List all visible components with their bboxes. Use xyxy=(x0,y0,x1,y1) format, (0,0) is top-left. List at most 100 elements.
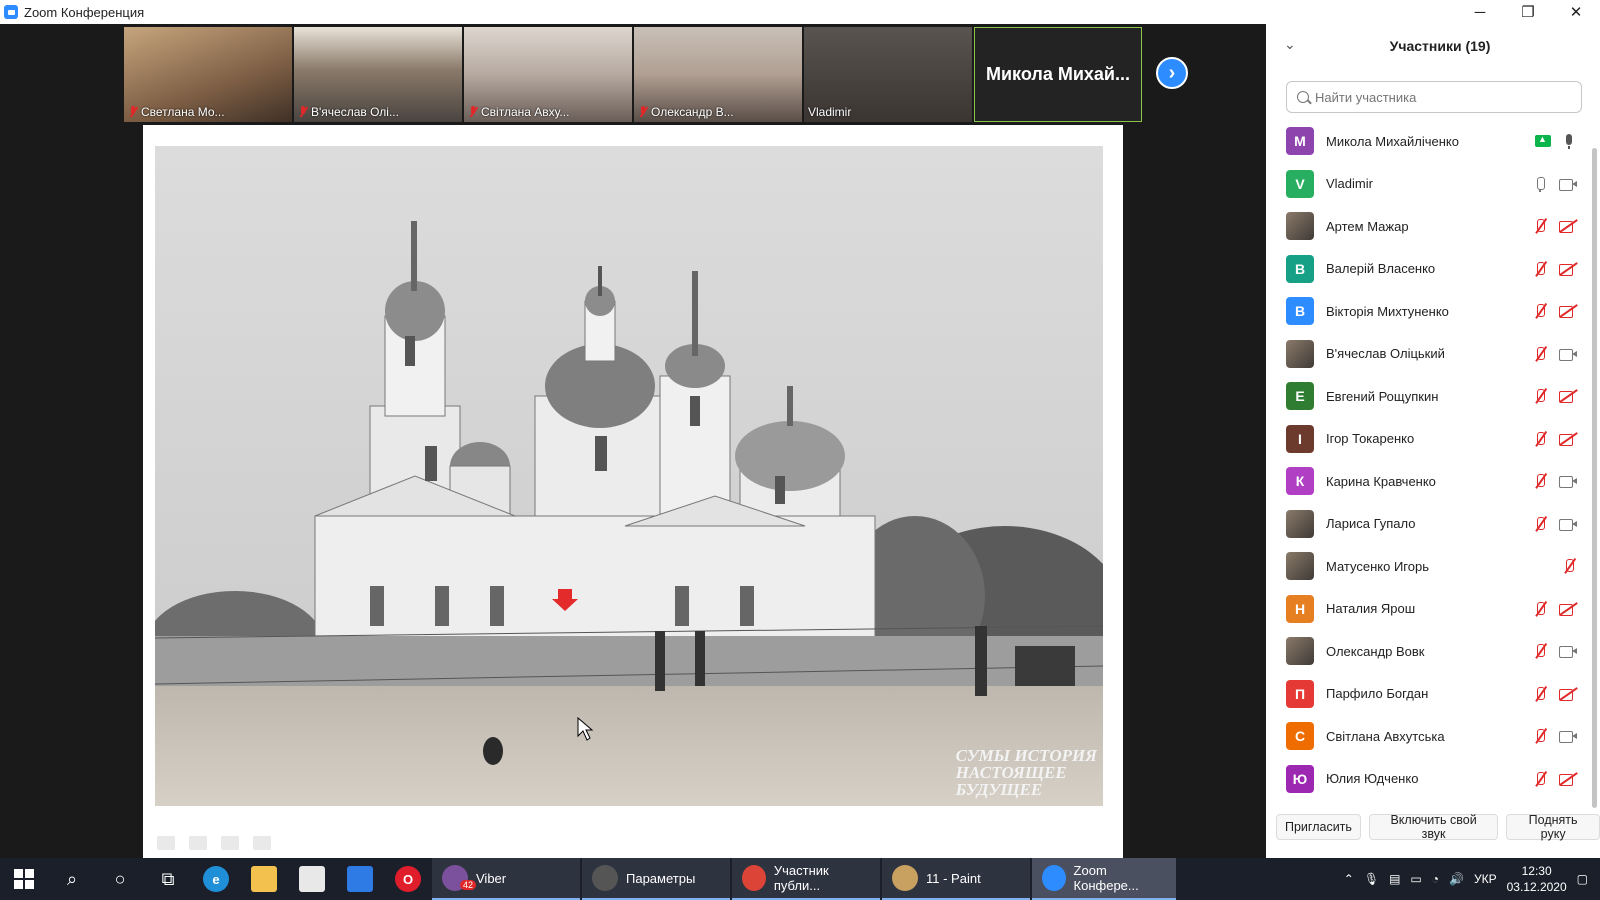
video-off-icon xyxy=(1559,601,1578,617)
opera-icon[interactable]: O xyxy=(384,858,432,900)
video-thumbnail[interactable]: Светлана Мо... xyxy=(124,27,292,122)
participant-status-icons xyxy=(1532,630,1578,672)
edge-browser-icon[interactable]: e xyxy=(192,858,240,900)
video-thumbnail[interactable]: Vladimir xyxy=(804,27,972,122)
window-title: Zoom Конференция xyxy=(24,4,145,20)
avatar xyxy=(1286,212,1314,241)
participant-row[interactable]: V Vladimir xyxy=(1266,163,1588,206)
participant-search[interactable] xyxy=(1286,81,1582,113)
list-icon[interactable] xyxy=(221,836,239,850)
muted-mic-icon xyxy=(1532,346,1549,362)
raise-hand-button[interactable]: Поднять руку xyxy=(1506,813,1600,841)
show-hidden-icons-chevron-icon[interactable]: ⌃ xyxy=(1344,872,1354,886)
participant-row[interactable]: I Ігор Токаренко xyxy=(1266,418,1588,461)
participant-row[interactable]: Лариса Гупало xyxy=(1266,503,1588,546)
clock[interactable]: 12:30 03.12.2020 xyxy=(1507,863,1567,895)
app-icon xyxy=(592,865,618,891)
participant-status-icons xyxy=(1532,588,1578,630)
app-icon xyxy=(1042,865,1066,891)
active-speaker-tile[interactable]: Микола Михай... xyxy=(974,27,1142,122)
store-icon[interactable] xyxy=(288,858,336,900)
participant-row[interactable]: К Карина Кравченко xyxy=(1266,460,1588,503)
muted-mic-icon xyxy=(1532,643,1549,659)
participant-row[interactable]: В'ячеслав Оліцький xyxy=(1266,333,1588,376)
participant-status-icons xyxy=(1532,460,1578,502)
participant-row[interactable]: В Вікторія Михтуненко xyxy=(1266,290,1588,333)
start-button[interactable] xyxy=(0,858,48,900)
participant-name: В'ячеслав Оліцький xyxy=(1326,346,1445,362)
file-explorer-icon[interactable] xyxy=(240,858,288,900)
video-thumbnail[interactable]: Світлана Авху... xyxy=(464,27,632,122)
participant-row[interactable]: С Світлана Авхутська xyxy=(1266,715,1588,758)
participant-row[interactable]: В Валерій Власенко xyxy=(1266,248,1588,291)
taskbar-app-button[interactable]: 11 - Paint xyxy=(882,858,1030,900)
video-off-icon xyxy=(1559,431,1578,447)
muted-mic-icon xyxy=(128,106,138,118)
screen-share-icon xyxy=(1535,134,1551,147)
microphone-tray-icon[interactable]: 🎙 xyxy=(1364,872,1379,886)
pen-icon[interactable] xyxy=(189,836,207,850)
chevron-down-icon[interactable]: ⌄ xyxy=(1284,36,1296,53)
unmute-self-button[interactable]: Включить свой звук xyxy=(1368,813,1499,841)
participant-name: Евгений Рощупкин xyxy=(1326,388,1439,404)
taskbar-app-button[interactable]: Zoom Конфере... xyxy=(1032,858,1176,900)
video-camera-icon xyxy=(1559,516,1578,532)
taskbar-app-button[interactable]: Параметры xyxy=(582,858,730,900)
participant-row[interactable]: М Микола Михайліченко xyxy=(1266,120,1588,163)
taskbar-app-label: Параметры xyxy=(626,870,696,886)
avatar: С xyxy=(1286,722,1314,751)
volume-icon[interactable]: 🔊 xyxy=(1449,872,1464,886)
participant-list-scrollbar[interactable] xyxy=(1592,148,1597,808)
muted-mic-icon xyxy=(1561,558,1578,574)
task-view-icon[interactable]: ⧉ xyxy=(144,858,192,900)
participant-status-icons xyxy=(1532,333,1578,375)
participant-row[interactable]: Н Наталия Ярош xyxy=(1266,588,1588,631)
panel-title: Участники (19) xyxy=(1389,38,1491,54)
avatar: Е xyxy=(1286,382,1314,411)
muted-mic-icon xyxy=(1532,261,1549,277)
participant-name: Vladimir xyxy=(1326,176,1373,192)
avatar: В xyxy=(1286,254,1314,283)
participant-name: Наталия Ярош xyxy=(1326,601,1416,617)
restore-button[interactable]: ❐ xyxy=(1504,0,1552,24)
network-icon[interactable]: ▤ xyxy=(1389,872,1400,886)
participant-row[interactable]: Ю Юлия Юдченко xyxy=(1266,758,1588,801)
video-off-icon xyxy=(1559,218,1578,234)
cortana-icon[interactable]: ○ xyxy=(96,858,144,900)
redo-icon[interactable] xyxy=(253,836,271,850)
microphone-icon xyxy=(1532,176,1549,192)
muted-mic-icon xyxy=(638,106,648,118)
notifications-icon[interactable]: ▢ xyxy=(1577,872,1588,886)
participant-name: Карина Кравченко xyxy=(1326,473,1436,489)
mail-icon[interactable] xyxy=(336,858,384,900)
participant-name: Валерій Власенко xyxy=(1326,261,1436,277)
search-taskbar-icon[interactable]: ⌕ xyxy=(48,858,96,900)
participant-row[interactable]: Е Евгений Рощупкин xyxy=(1266,375,1588,418)
participant-row[interactable]: Матусенко Игорь xyxy=(1266,545,1588,588)
annotation-toolbar xyxy=(157,836,271,850)
avatar xyxy=(1286,339,1314,368)
muted-mic-icon xyxy=(1532,686,1549,702)
next-page-chevron-icon[interactable]: › xyxy=(1156,57,1188,89)
participant-row[interactable]: П Парфило Богдан xyxy=(1266,673,1588,716)
taskbar-app-button[interactable]: Участник публи... xyxy=(732,858,880,900)
invite-button[interactable]: Пригласить xyxy=(1276,814,1361,840)
participant-row[interactable]: Артем Мажар xyxy=(1266,205,1588,248)
undo-icon[interactable] xyxy=(157,836,175,850)
video-thumbnail[interactable]: В'ячеслав Олі... xyxy=(294,27,462,122)
taskbar-app-button[interactable]: 42 Viber xyxy=(432,858,580,900)
participant-status-icons xyxy=(1532,503,1578,545)
panel-footer: Пригласить Включить свой звук Поднять ру… xyxy=(1276,813,1600,841)
language-indicator[interactable]: УКР xyxy=(1474,872,1497,886)
battery-icon[interactable]: ▭ xyxy=(1410,872,1421,886)
wifi-icon[interactable]: ◔ xyxy=(1432,872,1439,886)
shared-photo: СУМЫ ИСТОРИЯ НАСТОЯЩЕЕ БУДУЩЕЕ xyxy=(155,146,1103,806)
close-button[interactable]: ✕ xyxy=(1552,0,1600,24)
avatar: Ю xyxy=(1286,764,1314,793)
video-thumbnail[interactable]: Олександр В... xyxy=(634,27,802,122)
participant-row[interactable]: Олександр Вовк xyxy=(1266,630,1588,673)
minimize-button[interactable]: ─ xyxy=(1456,0,1504,24)
meeting-area: Светлана Мо... В'ячеслав Олі... Світлана… xyxy=(0,24,1266,858)
avatar: I xyxy=(1286,424,1314,453)
search-input[interactable] xyxy=(1315,89,1555,105)
